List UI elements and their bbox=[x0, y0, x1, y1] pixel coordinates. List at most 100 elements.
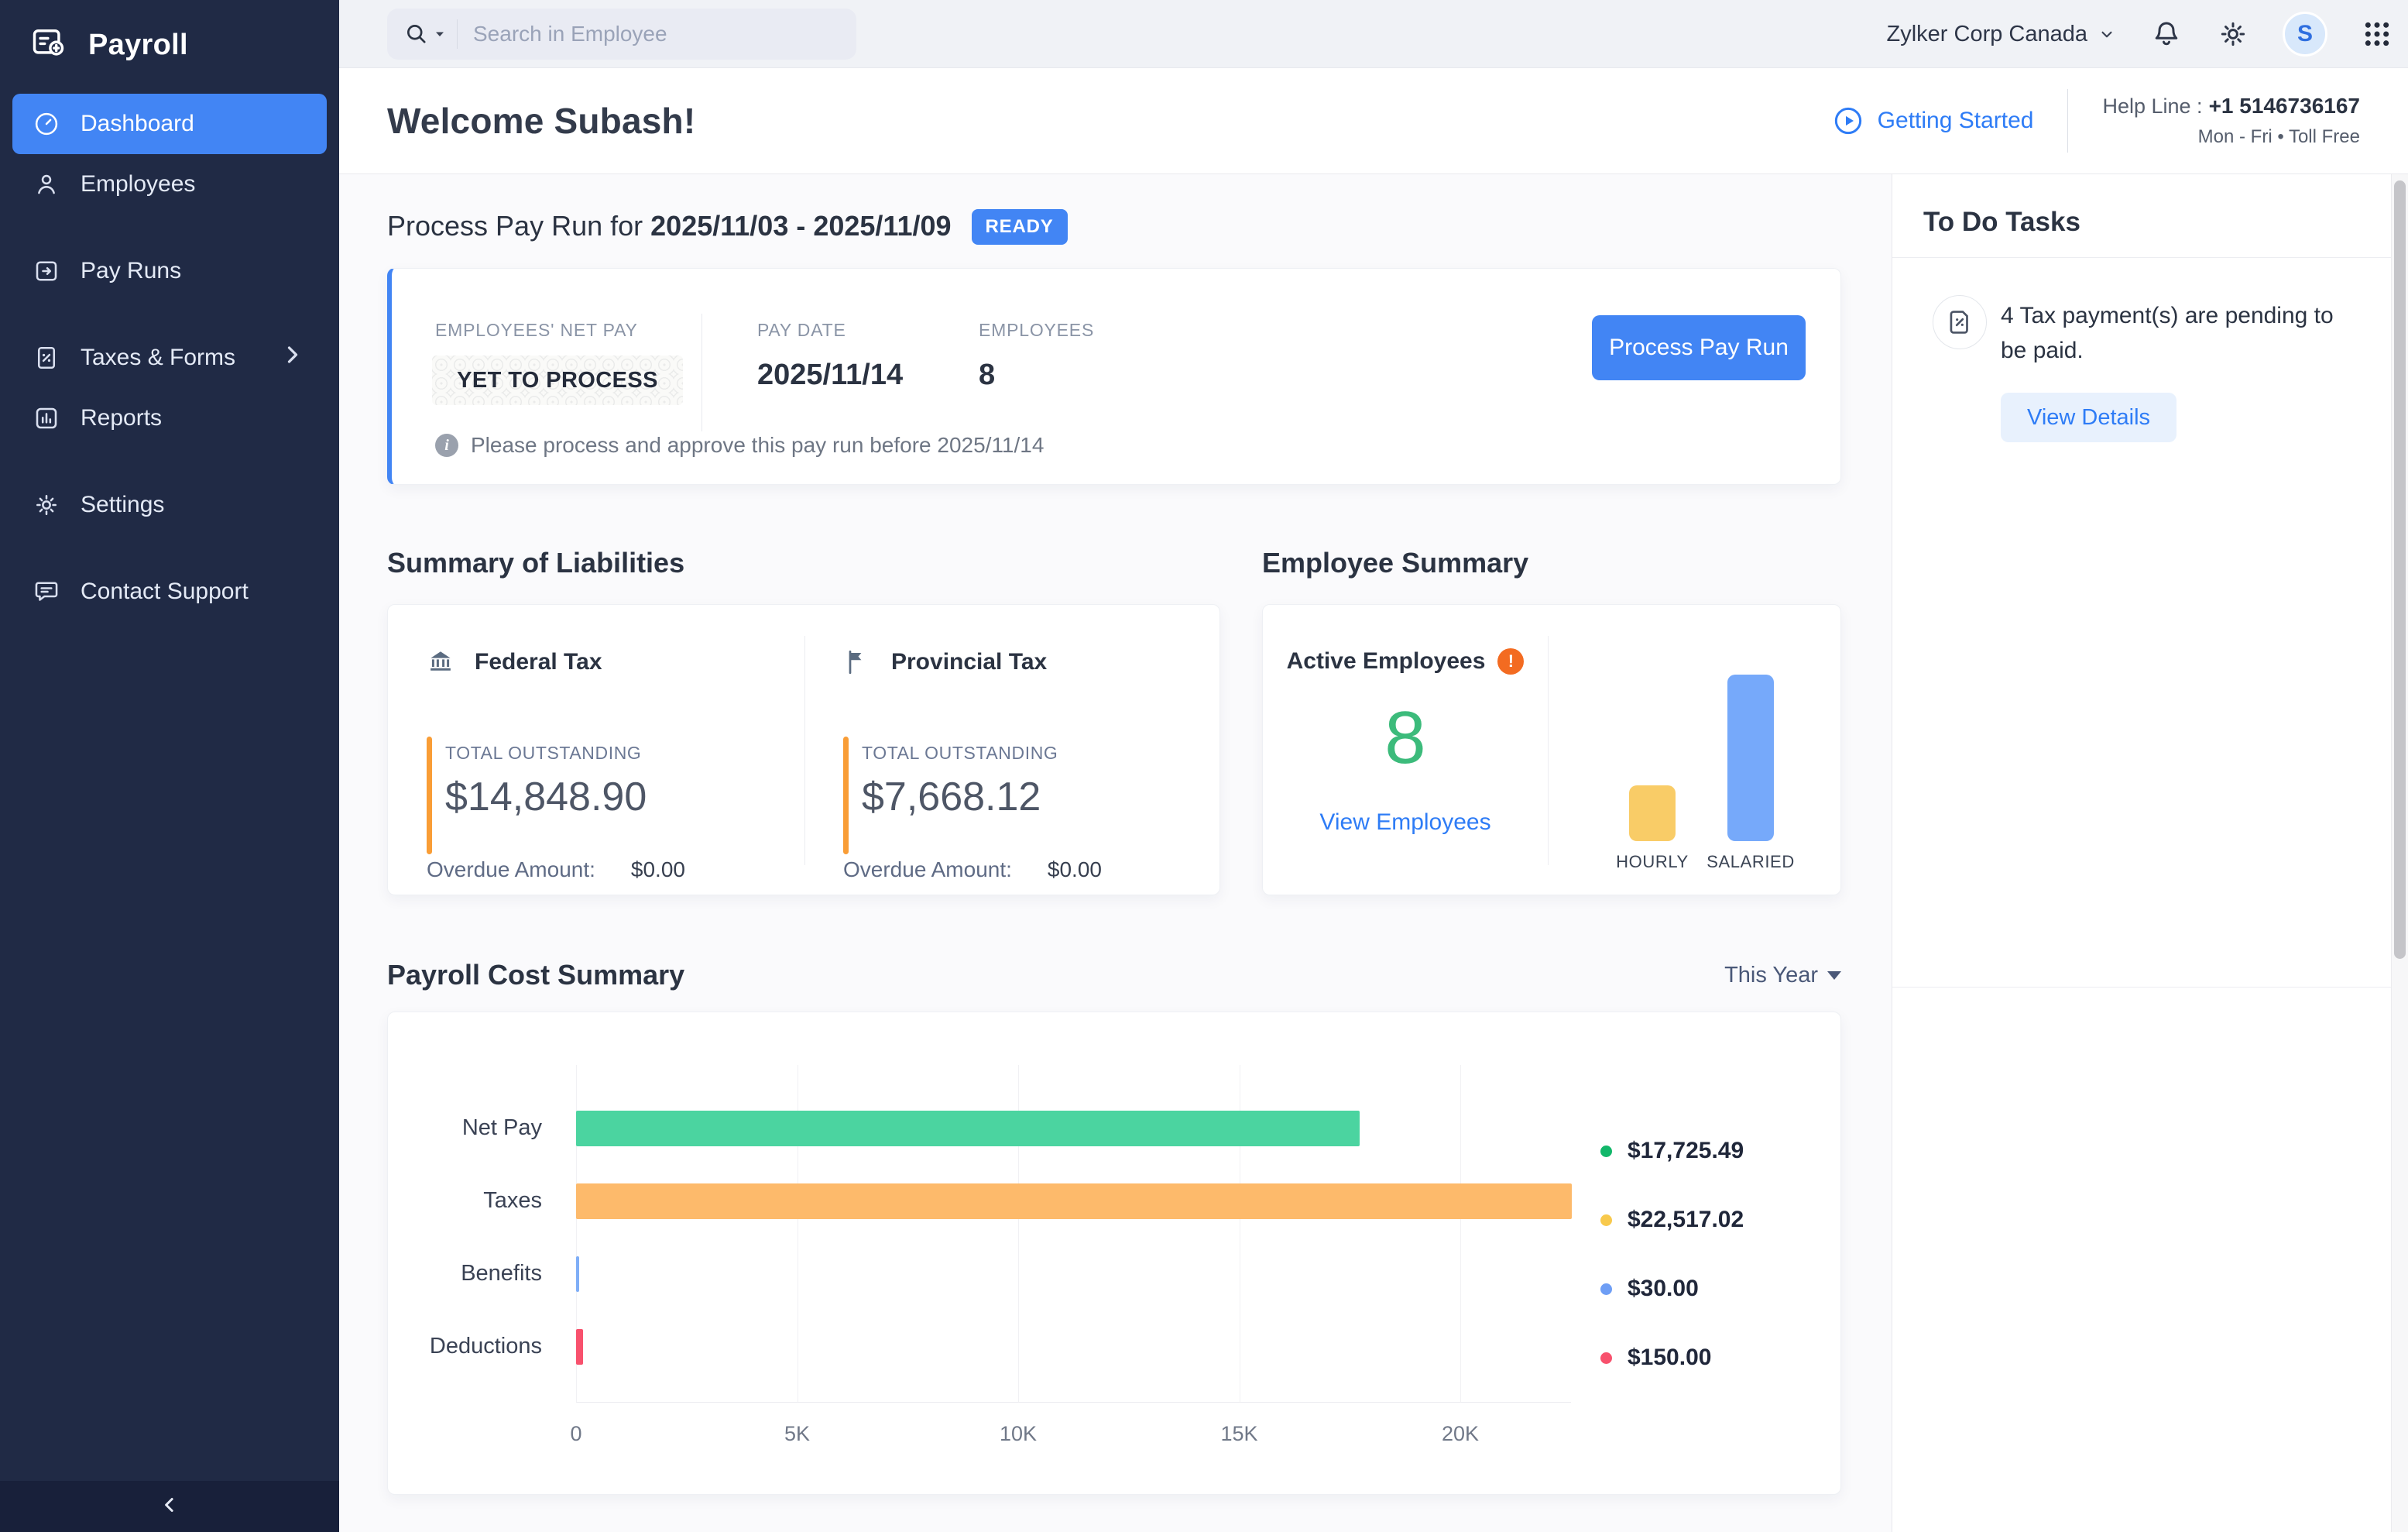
sidebar-item-dashboard[interactable]: Dashboard bbox=[12, 94, 327, 154]
legend-value: $22,517.02 bbox=[1628, 1207, 1744, 1233]
company-selector[interactable]: Zylker Corp Canada bbox=[1887, 22, 2118, 47]
sidebar-item-label: Reports bbox=[81, 405, 162, 431]
pay-date-label: PAY DATE bbox=[757, 320, 846, 341]
employees-icon bbox=[33, 170, 60, 198]
gear-icon bbox=[2217, 18, 2249, 50]
chart-category-label: Benefits bbox=[382, 1261, 542, 1286]
chart-gridline bbox=[1460, 1065, 1461, 1402]
sidebar-item-reports[interactable]: Reports bbox=[12, 388, 327, 448]
help-line-label: Help Line : bbox=[2102, 94, 2202, 118]
sidebar-item-label: Dashboard bbox=[81, 111, 194, 137]
chart-category-label: Net Pay bbox=[382, 1115, 542, 1141]
todo-divider bbox=[1892, 987, 2391, 988]
scrollbar-thumb[interactable] bbox=[2394, 180, 2406, 959]
sidebar-collapse-button[interactable] bbox=[0, 1481, 339, 1532]
sidebar-item-pay-runs[interactable]: Pay Runs bbox=[12, 241, 327, 301]
legend-item: $150.00 bbox=[1600, 1345, 1744, 1371]
x-axis-tick-label: 0 bbox=[570, 1422, 581, 1446]
scrollbar[interactable] bbox=[2391, 174, 2408, 1532]
app-title: Payroll bbox=[88, 29, 188, 62]
help-line-schedule: Mon - Fri • Toll Free bbox=[2102, 126, 2360, 148]
todo-panel: To Do Tasks 4 Tax payment(s) are pending… bbox=[1892, 174, 2391, 1532]
sidebar-item-contact-support[interactable]: Contact Support bbox=[12, 562, 327, 622]
provincial-tax-section: Provincial Tax TOTAL OUTSTANDING $7,668.… bbox=[804, 605, 1221, 895]
overdue-value: $0.00 bbox=[631, 857, 685, 881]
contact-support-icon bbox=[33, 578, 60, 606]
reports-icon bbox=[33, 404, 60, 432]
overdue-label: Overdue Amount: bbox=[843, 857, 1012, 881]
payrun-title-prefix: Process Pay Run for bbox=[387, 210, 643, 242]
legend-dot bbox=[1600, 1352, 1612, 1364]
dashboard-icon bbox=[33, 110, 60, 138]
net-pay-label: EMPLOYEES' NET PAY bbox=[435, 320, 638, 341]
range-selector-label: This Year bbox=[1724, 963, 1818, 988]
sidebar-item-label: Taxes & Forms bbox=[81, 345, 235, 371]
sidebar-item-taxes-forms[interactable]: Taxes & Forms bbox=[12, 328, 327, 388]
tax-document-icon bbox=[1945, 307, 1974, 337]
sidebar-item-label: Employees bbox=[81, 171, 195, 198]
employee-chart-bar bbox=[1727, 675, 1774, 841]
payroll-cost-card: 05K10K15K20KNet PayTaxesBenefitsDeductio… bbox=[387, 1012, 1841, 1495]
payroll-dashboard-page: Payroll Dashboard Employees bbox=[0, 0, 2408, 1532]
search-divider bbox=[457, 19, 458, 49]
settings-gear-icon bbox=[33, 491, 60, 519]
page-title: Welcome Subash! bbox=[387, 100, 695, 142]
accent-bar bbox=[427, 737, 432, 854]
active-employees-block: Active Employees ! 8 View Employees bbox=[1263, 605, 1548, 895]
overdue-label: Overdue Amount: bbox=[427, 857, 595, 881]
view-details-button[interactable]: View Details bbox=[2001, 393, 2176, 442]
legend-item: $17,725.49 bbox=[1600, 1138, 1744, 1164]
chart-category-label: Taxes bbox=[382, 1188, 542, 1214]
total-outstanding-amount: $14,848.90 bbox=[445, 774, 647, 820]
chevron-down-icon bbox=[2097, 24, 2117, 44]
taxes-forms-icon bbox=[33, 344, 60, 372]
x-axis-tick-label: 20K bbox=[1442, 1422, 1479, 1446]
legend-item: $22,517.02 bbox=[1600, 1207, 1744, 1233]
chart-bar bbox=[576, 1111, 1360, 1146]
employee-chart-label: HOURLY bbox=[1598, 852, 1707, 872]
view-employees-link[interactable]: View Employees bbox=[1319, 809, 1490, 836]
welcome-header: Welcome Subash! Getting Started Help Lin… bbox=[339, 68, 2408, 174]
payrun-card: EMPLOYEES' NET PAY YET TO PROCESS PAY DA… bbox=[387, 268, 1841, 485]
active-employees-count: 8 bbox=[1263, 701, 1548, 775]
sidebar-item-label: Contact Support bbox=[81, 579, 249, 605]
payroll-logo-icon bbox=[29, 23, 70, 67]
warning-icon[interactable]: ! bbox=[1497, 648, 1524, 675]
sidebar-item-settings[interactable]: Settings bbox=[12, 475, 327, 535]
sidebar-item-employees[interactable]: Employees bbox=[12, 154, 327, 215]
chevron-left-icon bbox=[158, 1493, 181, 1520]
search-icon[interactable] bbox=[403, 20, 446, 48]
payroll-cost-plot: 05K10K15K20KNet PayTaxesBenefitsDeductio… bbox=[576, 1065, 1571, 1403]
user-avatar[interactable]: S bbox=[2283, 12, 2327, 57]
play-circle-icon bbox=[1833, 105, 1864, 136]
getting-started-link[interactable]: Getting Started bbox=[1833, 105, 2034, 136]
tax-task-icon-wrap bbox=[1933, 295, 1987, 349]
chart-bar bbox=[576, 1256, 579, 1292]
liability-title: Provincial Tax bbox=[891, 649, 1047, 675]
info-icon: i bbox=[435, 434, 458, 457]
header-divider bbox=[2067, 89, 2068, 153]
accent-bar bbox=[843, 737, 849, 854]
notifications-button[interactable] bbox=[2149, 17, 2183, 51]
chevron-right-icon bbox=[279, 341, 307, 375]
liabilities-card: Federal Tax TOTAL OUTSTANDING $14,848.90… bbox=[387, 604, 1220, 895]
bell-icon bbox=[2150, 18, 2183, 50]
search-input[interactable] bbox=[473, 22, 841, 46]
legend-item: $30.00 bbox=[1600, 1276, 1744, 1302]
sidebar-item-label: Pay Runs bbox=[81, 258, 181, 284]
help-line-number: +1 5146736167 bbox=[2209, 94, 2360, 118]
federal-tax-section: Federal Tax TOTAL OUTSTANDING $14,848.90… bbox=[388, 605, 804, 895]
employees-count-value: 8 bbox=[979, 359, 995, 392]
settings-button[interactable] bbox=[2216, 17, 2250, 51]
global-search[interactable] bbox=[387, 9, 856, 60]
apps-grid-button[interactable] bbox=[2360, 17, 2394, 51]
sidebar: Payroll Dashboard Employees bbox=[0, 0, 339, 1532]
payroll-cost-heading: Payroll Cost Summary bbox=[387, 959, 684, 991]
x-axis-tick-label: 10K bbox=[1000, 1422, 1037, 1446]
total-outstanding-label: TOTAL OUTSTANDING bbox=[862, 743, 1058, 764]
range-selector[interactable]: This Year bbox=[1724, 963, 1841, 988]
liabilities-heading: Summary of Liabilities bbox=[387, 547, 684, 579]
chart-bar bbox=[576, 1183, 1572, 1219]
process-pay-run-button[interactable]: Process Pay Run bbox=[1592, 315, 1806, 380]
employees-count-label: EMPLOYEES bbox=[979, 320, 1094, 341]
